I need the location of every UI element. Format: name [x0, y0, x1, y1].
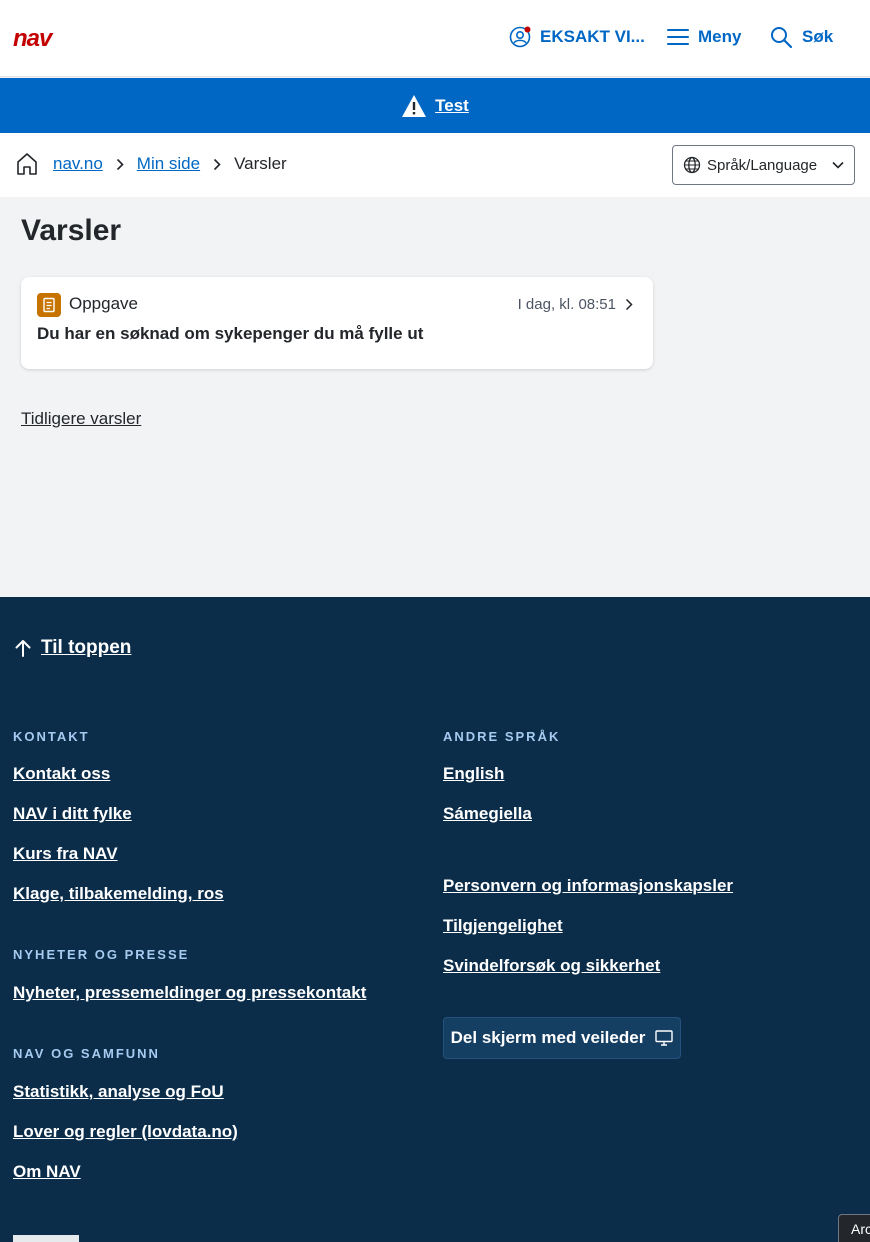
chevron-right-icon — [625, 298, 633, 316]
footer-link[interactable]: Kurs fra NAV — [13, 844, 118, 864]
chevron-down-icon — [832, 161, 844, 169]
banner-link[interactable]: Test — [435, 96, 469, 116]
search-label: Søk — [802, 27, 834, 46]
user-menu-button[interactable]: EKSAKT VI... — [509, 22, 645, 52]
to-top-label: Til toppen — [41, 637, 132, 658]
footer-link[interactable]: Tilgjengelighet — [443, 916, 563, 936]
language-select[interactable]: Språk/Language — [672, 145, 855, 185]
nav-logo[interactable]: nav — [13, 27, 79, 49]
notification-type: Oppgave — [69, 294, 138, 313]
breadcrumb-item-navno[interactable]: nav.no — [53, 154, 103, 174]
svg-text:nav: nav — [13, 27, 54, 49]
footer-link[interactable]: NAV i ditt fylke — [13, 804, 132, 824]
search-button[interactable]: Søk — [770, 22, 833, 52]
footer-link[interactable]: Sámegiella — [443, 804, 532, 824]
footer-heading-presse: NYHETER OG PRESSE — [13, 947, 190, 962]
breadcrumb-item-min-side[interactable]: Min side — [137, 154, 200, 174]
footer-link[interactable]: Personvern og informasjonskapsler — [443, 876, 733, 896]
menu-label: Meny — [698, 27, 742, 46]
environment-banner: Test — [0, 78, 870, 133]
arrow-up-icon — [15, 640, 31, 657]
hamburger-icon — [667, 29, 689, 45]
footer-heading-samfunn: NAV OG SAMFUNN — [13, 1046, 160, 1061]
footer-link[interactable]: Nyheter, pressemeldinger og pressekontak… — [13, 983, 366, 1003]
breadcrumb-bar: nav.no Min side Varsler Språk/Language — [0, 133, 870, 197]
footer-logo — [13, 1235, 79, 1242]
user-icon — [509, 26, 531, 48]
footer-link[interactable]: English — [443, 764, 504, 784]
notification-message: Du har en søknad om sykepenger du må fyl… — [37, 324, 424, 343]
footer-heading-sprak: ANDRE SPRÅK — [443, 729, 561, 744]
footer-link[interactable]: Lover og regler (lovdata.no) — [13, 1122, 238, 1142]
share-screen-button[interactable]: Del skjerm med veileder — [443, 1017, 681, 1059]
user-name: EKSAKT VI... — [540, 27, 645, 46]
notification-card[interactable]: Oppgave I dag, kl. 08:51 Du har en søkna… — [21, 277, 653, 369]
task-icon — [37, 293, 61, 317]
language-label: Språk/Language — [707, 156, 818, 174]
chevron-right-icon — [213, 158, 221, 171]
search-icon — [771, 26, 793, 48]
footer-link[interactable]: Svindelforsøk og sikkerhet — [443, 956, 660, 976]
menu-button[interactable]: Meny — [667, 22, 741, 52]
site-header: nav EKSAKT VI... Meny Søk — [0, 0, 870, 77]
site-footer: Til toppen KONTAKT Kontakt oss NAV i dit… — [0, 597, 870, 1242]
footer-link[interactable]: Kontakt oss — [13, 764, 110, 784]
corner-widget[interactable]: Arc — [838, 1214, 870, 1242]
warning-icon — [402, 94, 427, 117]
footer-link[interactable]: Statistikk, analyse og FoU — [13, 1082, 224, 1102]
breadcrumb: nav.no Min side Varsler — [16, 152, 287, 176]
page-title: Varsler — [21, 214, 122, 247]
footer-heading-kontakt: KONTAKT — [13, 729, 90, 744]
chevron-right-icon — [116, 158, 124, 171]
older-notifications-link[interactable]: Tidligere varsler — [21, 409, 141, 429]
notification-time: I dag, kl. 08:51 — [517, 296, 616, 313]
breadcrumb-current: Varsler — [234, 154, 287, 173]
footer-link[interactable]: Om NAV — [13, 1162, 81, 1182]
share-screen-label: Del skjerm med veileder — [450, 1028, 646, 1047]
home-icon[interactable] — [16, 152, 38, 176]
footer-link[interactable]: Klage, tilbakemelding, ros — [13, 884, 224, 904]
to-top-link[interactable]: Til toppen — [13, 637, 131, 659]
monitor-icon — [655, 1030, 674, 1046]
globe-icon — [683, 156, 701, 174]
